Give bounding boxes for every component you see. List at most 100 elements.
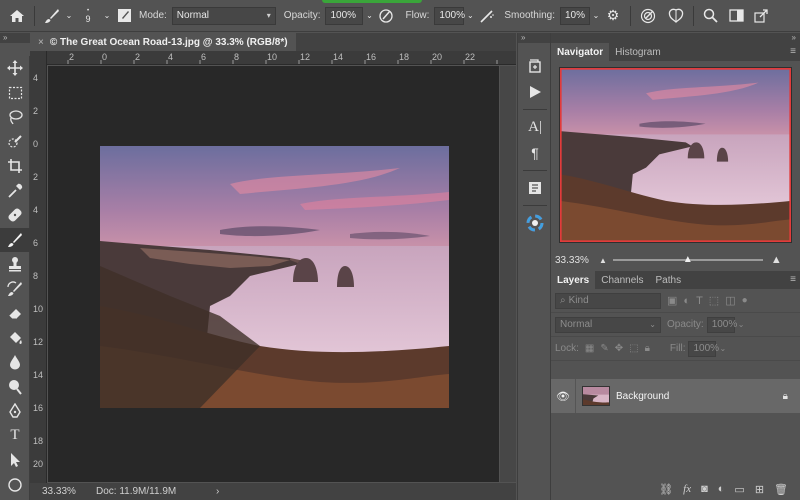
character-panel-icon[interactable]: A|	[518, 114, 552, 140]
type-tool-icon[interactable]: T	[0, 424, 30, 449]
slider-thumb-icon[interactable]: ▲	[683, 254, 693, 265]
lock-artboard-icon[interactable]: ⬚	[629, 343, 638, 354]
symmetry-icon[interactable]	[665, 5, 687, 27]
eye-icon[interactable]: 👁︎	[551, 390, 575, 403]
eraser-tool-icon[interactable]	[0, 301, 30, 326]
shape-tool-icon[interactable]	[0, 473, 30, 498]
paint-bucket-tool-icon[interactable]	[0, 326, 30, 351]
smoothing-input[interactable]: 10%	[559, 6, 590, 25]
layer-filter-kind[interactable]: ⌕ Kind	[555, 292, 661, 309]
close-icon[interactable]: ×	[38, 37, 44, 48]
brush-icon[interactable]	[41, 5, 63, 27]
filter-toggle-icon[interactable]: ●	[742, 295, 748, 306]
workspace-icon[interactable]	[726, 5, 748, 27]
new-layer-icon[interactable]: ⊞	[755, 483, 764, 496]
fill-input[interactable]: 100%	[688, 340, 720, 357]
chevron-down-icon[interactable]: ⌄	[101, 5, 113, 27]
status-menu-arrow[interactable]: ›	[216, 486, 219, 497]
layer-opacity-input[interactable]: 100%	[706, 316, 737, 333]
blend-mode-value: Normal	[560, 319, 593, 330]
mask-icon[interactable]: ◙	[701, 483, 708, 495]
chevron-down-icon[interactable]: ⌄	[719, 344, 726, 353]
lock-all-icon[interactable]: 🔒︎	[645, 343, 650, 354]
chevron-down-icon[interactable]: ⌄	[738, 320, 745, 329]
tab-channels[interactable]: Channels	[595, 271, 649, 289]
filter-pixel-icon[interactable]: ▣	[667, 294, 677, 307]
mode-select[interactable]: Normal ▾	[171, 6, 276, 25]
glyphs-panel-icon[interactable]	[518, 175, 552, 201]
link-layers-icon[interactable]: ⛓	[659, 483, 673, 496]
flow-input[interactable]: 100%	[434, 6, 465, 25]
color-panel-icon[interactable]	[518, 210, 552, 236]
blur-tool-icon[interactable]	[0, 350, 30, 375]
clone-stamp-tool-icon[interactable]	[0, 252, 30, 277]
dock-collapse-button[interactable]: »	[551, 33, 800, 43]
filter-adjustment-icon[interactable]: ◐	[683, 295, 690, 307]
layer-name[interactable]: Background	[616, 391, 783, 402]
lock-icon[interactable]: 🔒︎	[783, 391, 788, 402]
eyedropper-tool-icon[interactable]	[0, 179, 30, 204]
dodge-tool-icon[interactable]	[0, 375, 30, 400]
panel-menu-icon[interactable]: ≡	[790, 274, 796, 285]
gear-icon[interactable]: ⚙	[602, 5, 624, 27]
pressure-opacity-icon[interactable]	[375, 5, 397, 27]
airbrush-icon[interactable]	[476, 5, 498, 27]
brush-panel-icon[interactable]	[113, 5, 135, 27]
navigator-preview[interactable]	[559, 67, 792, 243]
zoom-slider[interactable]: ▲	[612, 254, 763, 265]
status-zoom[interactable]: 33.33%	[30, 486, 96, 497]
filter-type-icon[interactable]: T	[696, 295, 703, 307]
tab-layers[interactable]: Layers	[551, 271, 596, 289]
tab-histogram[interactable]: Histogram	[609, 43, 667, 61]
chevron-down-icon[interactable]: ⌄	[363, 5, 375, 27]
history-panel-icon[interactable]	[518, 53, 552, 79]
brush-preset-picker[interactable]: • 9	[75, 5, 101, 27]
move-tool-icon[interactable]	[0, 56, 30, 81]
ruler-label: 4	[168, 52, 174, 62]
actions-panel-icon[interactable]	[518, 79, 552, 105]
document-image[interactable]	[100, 146, 449, 408]
lock-position-icon[interactable]: ✥	[615, 343, 623, 354]
strip-collapse-button[interactable]: »	[518, 33, 550, 43]
marquee-tool-icon[interactable]	[0, 81, 30, 106]
fill-value: 100%	[693, 343, 720, 354]
ruler-label: 8	[33, 271, 39, 281]
pressure-size-icon[interactable]	[637, 5, 659, 27]
pen-tool-icon[interactable]	[0, 399, 30, 424]
navigator-zoom-value[interactable]: 33.33%	[555, 255, 599, 266]
crop-tool-icon[interactable]	[0, 154, 30, 179]
path-select-tool-icon[interactable]	[0, 448, 30, 473]
toolbar-collapse-button[interactable]: »	[0, 33, 30, 43]
panel-menu-icon[interactable]: ≡	[790, 46, 796, 57]
brush-tool-icon[interactable]	[0, 227, 30, 252]
healing-brush-tool-icon[interactable]	[0, 203, 30, 228]
chevron-down-icon[interactable]: ⌄	[63, 5, 75, 27]
vertical-scrollbar[interactable]	[500, 66, 516, 482]
search-icon[interactable]	[700, 5, 722, 27]
home-icon[interactable]	[6, 5, 28, 27]
document-tab[interactable]: × © The Great Ocean Road-13.jpg @ 33.3% …	[30, 33, 296, 51]
filter-smart-object-icon[interactable]: ◫	[725, 294, 735, 307]
lock-transparent-icon[interactable]: ▦	[585, 343, 594, 354]
filter-shape-icon[interactable]: ⬚	[709, 294, 719, 307]
chevron-down-icon[interactable]: ⌄	[590, 5, 602, 27]
zoom-in-icon[interactable]: ▲	[771, 254, 782, 266]
quick-select-tool-icon[interactable]	[0, 130, 30, 155]
group-icon[interactable]: ▭	[734, 483, 744, 496]
tab-paths[interactable]: Paths	[650, 271, 688, 289]
lasso-tool-icon[interactable]	[0, 105, 30, 130]
layer-row[interactable]: 👁︎ Background 🔒︎	[551, 379, 800, 413]
fx-icon[interactable]: fx	[683, 483, 691, 495]
lock-image-icon[interactable]: ✎	[600, 343, 608, 354]
adjustment-icon[interactable]: ◐	[718, 483, 725, 495]
chevron-down-icon[interactable]: ⌄	[464, 5, 476, 27]
opacity-input[interactable]: 100%	[325, 6, 364, 25]
zoom-out-icon[interactable]: ▲	[599, 256, 607, 265]
history-brush-tool-icon[interactable]	[0, 277, 30, 302]
tab-navigator[interactable]: Navigator	[551, 43, 610, 61]
paragraph-panel-icon[interactable]: ¶	[518, 140, 552, 166]
trash-icon[interactable]: 🗑︎	[774, 483, 788, 496]
blend-mode-select[interactable]: Normal ⌄	[555, 316, 661, 333]
share-icon[interactable]	[750, 5, 772, 27]
separator	[523, 170, 547, 171]
